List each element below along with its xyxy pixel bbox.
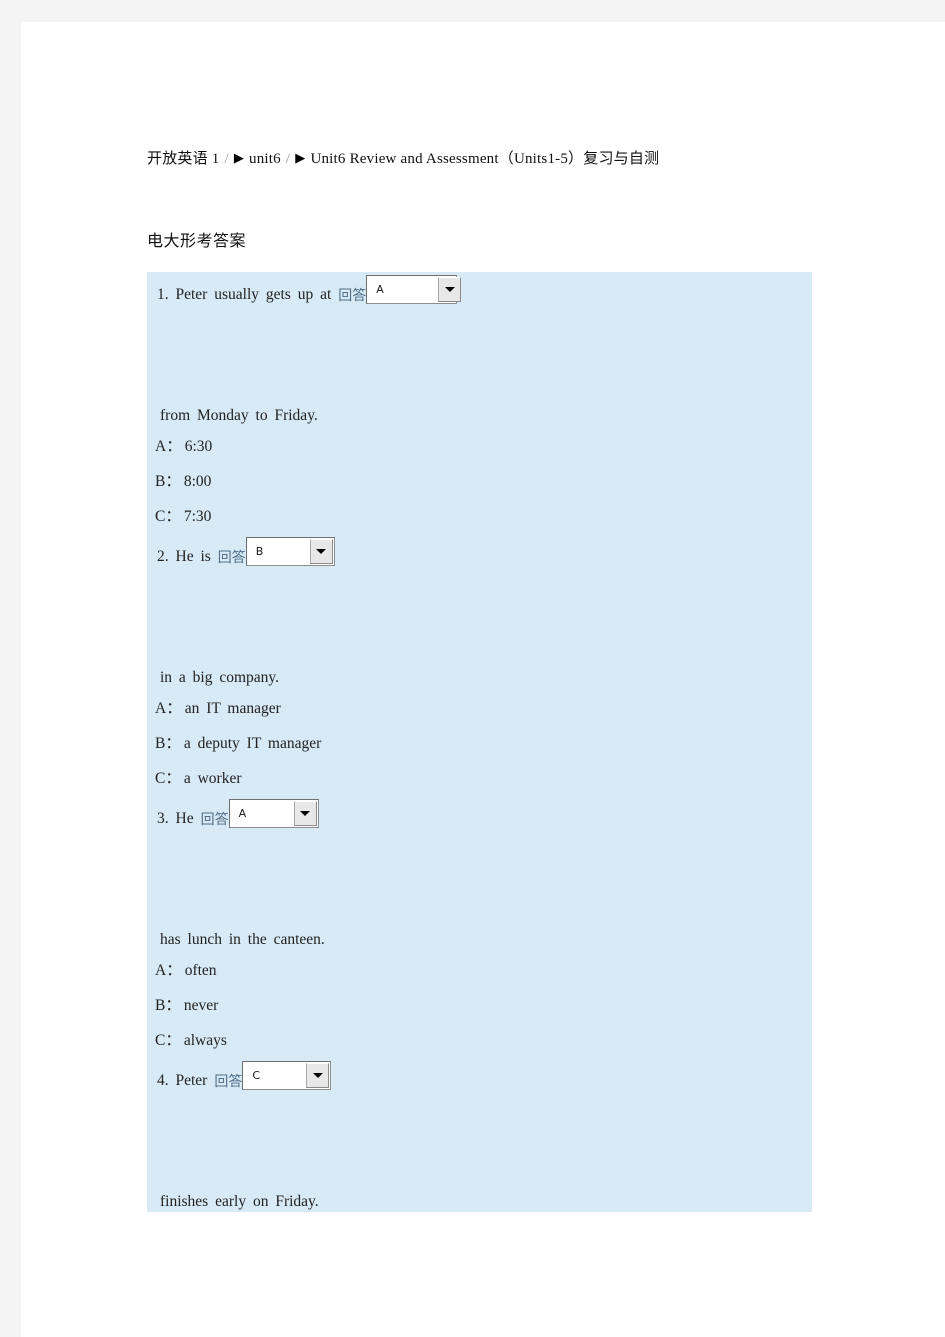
answer-select-value: B (246, 537, 310, 565)
answer-select-toggle[interactable] (309, 538, 333, 564)
option-row[interactable]: A： 6:30 (147, 429, 812, 464)
question-tail-text: finishes early on Friday. (160, 1193, 319, 1210)
breadcrumb-item-unit6[interactable]: unit6 (249, 151, 281, 167)
option-key: A： (155, 700, 182, 717)
answer-select-toggle[interactable] (293, 800, 317, 826)
question-stem-row: 1. Peter usually gets up at 回答 A (147, 272, 812, 318)
option-row[interactable]: A： an IT manager (147, 691, 812, 726)
breadcrumb-item-root[interactable]: 开放英语 1 (147, 151, 219, 167)
answer-label: 回答 (214, 1074, 243, 1090)
answer-label: 回答 (338, 288, 367, 304)
question-block: 4. Peter 回答 C finishes early on Friday. (147, 1058, 812, 1215)
option-key: A： (155, 962, 182, 979)
option-key: B： (155, 735, 181, 752)
option-key: A： (155, 438, 182, 455)
question-stem-row: 4. Peter 回答 C (147, 1058, 812, 1104)
chevron-down-icon (444, 286, 455, 292)
question-stem-text: 1. Peter usually gets up at (157, 286, 332, 303)
answer-select-value: A (367, 275, 439, 303)
question-block: 2. He is 回答 B in a big company. A： an IT … (147, 534, 812, 796)
chevron-down-icon (312, 1072, 323, 1078)
option-key: B： (155, 473, 181, 490)
option-text: an IT manager (184, 700, 281, 717)
question-stem-text: 4. Peter (157, 1072, 208, 1089)
question-stem-text: 2. He is (157, 548, 211, 565)
question-stem-row: 2. He is 回答 B (147, 534, 812, 580)
question-tail-text: in a big company. (160, 669, 280, 686)
breadcrumb-arrow-icon: ▶ (233, 150, 245, 165)
chevron-down-icon (300, 810, 311, 816)
page-subtitle: 电大形考答案 (147, 231, 247, 250)
answer-select-toggle[interactable] (438, 276, 462, 302)
question-block: 3. He 回答 A has lunch in the canteen. A： o… (147, 796, 812, 1058)
question-spacer (147, 1104, 812, 1189)
question-block: 1. Peter usually gets up at 回答 A from Mo… (147, 272, 812, 534)
breadcrumb-item-current: Unit6 Review and Assessment（Units1-5）复习与… (310, 151, 660, 167)
option-text: a deputy IT manager (183, 735, 322, 752)
option-key: C： (155, 508, 181, 525)
option-text: 7:30 (183, 508, 212, 525)
option-row[interactable]: C： always (147, 1023, 812, 1058)
option-row[interactable]: A： often (147, 953, 812, 988)
answer-select-q1[interactable]: A (366, 274, 462, 304)
question-spacer (147, 842, 812, 927)
option-text: 8:00 (183, 473, 212, 490)
breadcrumb-separator: / (285, 151, 291, 167)
question-spacer (147, 580, 812, 665)
question-spacer (147, 318, 812, 403)
answer-select-value: A (229, 799, 294, 827)
option-text: always (183, 1032, 227, 1049)
question-tail-text: from Monday to Friday. (160, 407, 318, 424)
answer-label: 回答 (217, 550, 246, 566)
answer-select-q4[interactable]: C (242, 1060, 332, 1090)
question-stem-text: 3. He (157, 810, 194, 827)
option-text: a worker (183, 770, 242, 787)
document-page: 开放英语 1/▶ unit6/▶ Unit6 Review and Assessme… (21, 22, 945, 1337)
answer-select-value: C (243, 1061, 307, 1089)
answer-label: 回答 (200, 812, 229, 828)
option-text: 6:30 (184, 438, 213, 455)
breadcrumb-separator: / (224, 151, 229, 167)
option-row[interactable]: B： never (147, 988, 812, 1023)
question-tail-text: has lunch in the canteen. (160, 931, 325, 948)
option-row[interactable]: C： a worker (147, 761, 812, 796)
breadcrumb: 开放英语 1/▶ unit6/▶ Unit6 Review and Assessme… (147, 147, 659, 168)
option-row[interactable]: B： a deputy IT manager (147, 726, 812, 761)
answer-select-q2[interactable]: B (245, 536, 335, 566)
answer-select-q3[interactable]: A (228, 798, 319, 828)
chevron-down-icon (316, 548, 327, 554)
question-stem-row: 3. He 回答 A (147, 796, 812, 842)
option-key: B： (155, 997, 181, 1014)
option-row[interactable]: C： 7:30 (147, 499, 812, 534)
answer-select-toggle[interactable] (306, 1062, 330, 1088)
option-text: often (184, 962, 217, 979)
option-row[interactable]: B： 8:00 (147, 464, 812, 499)
option-text: never (183, 997, 219, 1014)
breadcrumb-arrow-icon: ▶ (295, 150, 306, 165)
option-key: C： (155, 770, 181, 787)
quiz-panel: 1. Peter usually gets up at 回答 A from Mo… (147, 272, 812, 1212)
option-key: C： (155, 1032, 181, 1049)
